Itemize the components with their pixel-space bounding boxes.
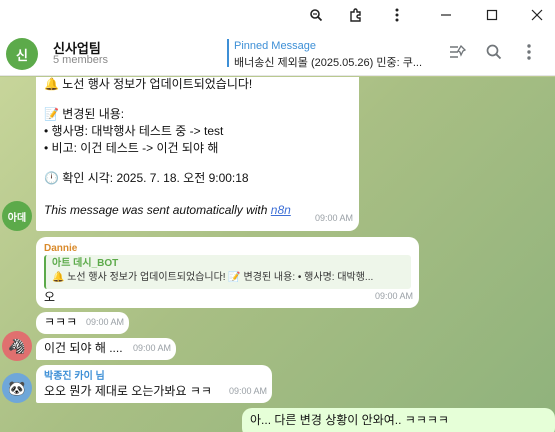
message-time: 09:00 AM [85, 317, 124, 327]
pinned-indicator [227, 39, 229, 67]
message-line: 🕛 확인 시각: 2025. 7. 18. 오전 9:00:18 [44, 171, 249, 185]
pinned-text[interactable]: 배너송신 제외몰 (2025.05.26) 민중: 쿠... [234, 54, 434, 70]
message-bubble[interactable]: ㅋㅋㅋ 09:00 AM [36, 312, 129, 334]
chat-header: 신 신사업팀 5 members Pinned Message 배너송신 제외몰… [0, 30, 555, 76]
message-text: ㅋㅋㅋ [44, 315, 78, 329]
puzzle-icon[interactable] [338, 0, 374, 30]
chat-messages[interactable]: 🔔 노선 행사 정보가 업데이트되었습니다! 📝 변경된 내용: • 행사명: … [0, 77, 555, 432]
dannie-message-bubble[interactable]: Dannie 아트 데시_BOT 🔔 노선 행사 정보가 업데이트되었습니다! … [36, 237, 419, 308]
more-icon[interactable] [517, 40, 541, 64]
message-line: • 행사명: 대박행사 테스트 중 -> test [44, 124, 224, 138]
bot-avatar[interactable]: 아데 [2, 201, 32, 231]
member-count: 5 members [53, 54, 109, 66]
message-text: 아... 다른 변경 상황이 안와여.. ㅋㅋㅋㅋ [250, 413, 449, 427]
message-line: 🔔 노선 행사 정보가 업데이트되었습니다! [44, 77, 253, 91]
pinned-label[interactable]: Pinned Message [234, 40, 316, 52]
search-icon[interactable] [482, 40, 506, 64]
message-time: 09:00 AM [374, 291, 413, 301]
quote-text: 🔔 노선 행사 정보가 업데이트되었습니다! 📝 변경된 내용: • 행사명: … [52, 272, 374, 283]
bot-message-bubble[interactable]: 🔔 노선 행사 정보가 업데이트되었습니다! 📝 변경된 내용: • 행사명: … [36, 77, 359, 231]
message-text: 오오 뭔가 제대로 오는가봐요 ㅋㅋ [44, 384, 212, 398]
zoom-icon[interactable] [298, 0, 334, 30]
n8n-link[interactable]: n8n [271, 203, 291, 217]
minimize-icon[interactable] [428, 0, 464, 30]
own-message-bubble[interactable]: 아... 다른 변경 상황이 안와여.. ㅋㅋㅋㅋ [242, 408, 555, 432]
message-bubble[interactable]: 이건 되야 해 .... 09:00 AM [36, 338, 176, 360]
panda-avatar[interactable]: 🐼 [2, 373, 32, 403]
message-text: 이건 되야 해 .... [44, 341, 123, 355]
window-titlebar [0, 0, 555, 30]
pinned-list-icon[interactable] [446, 40, 470, 64]
auto-note-text: This message was sent automatically with [44, 203, 268, 217]
kebab-icon[interactable] [379, 0, 415, 30]
auto-note: This message was sent automatically with… [44, 202, 291, 219]
message-bubble[interactable]: 박종진 카이 님 오오 뭔가 제대로 오는가봐요 ㅋㅋ 09:00 AM [36, 365, 272, 403]
message-time: 09:00 AM [132, 343, 171, 353]
message-line: 📝 변경된 내용: [44, 107, 125, 121]
message-time: 09:00 AM [228, 386, 267, 396]
maximize-icon[interactable] [474, 0, 510, 30]
zebra-avatar[interactable]: 🦓 [2, 331, 32, 361]
quote-sender: 아트 데시_BOT [52, 258, 119, 269]
message-text: 오 [44, 290, 56, 304]
reply-quote[interactable]: 아트 데시_BOT 🔔 노선 행사 정보가 업데이트되었습니다! 📝 변경된 내… [44, 255, 411, 289]
message-time: 09:00 AM [314, 213, 353, 223]
close-icon[interactable] [519, 0, 555, 30]
group-avatar[interactable]: 신 [6, 38, 38, 70]
message-line: • 비고: 이건 테스트 -> 이건 되야 해 [44, 141, 219, 155]
